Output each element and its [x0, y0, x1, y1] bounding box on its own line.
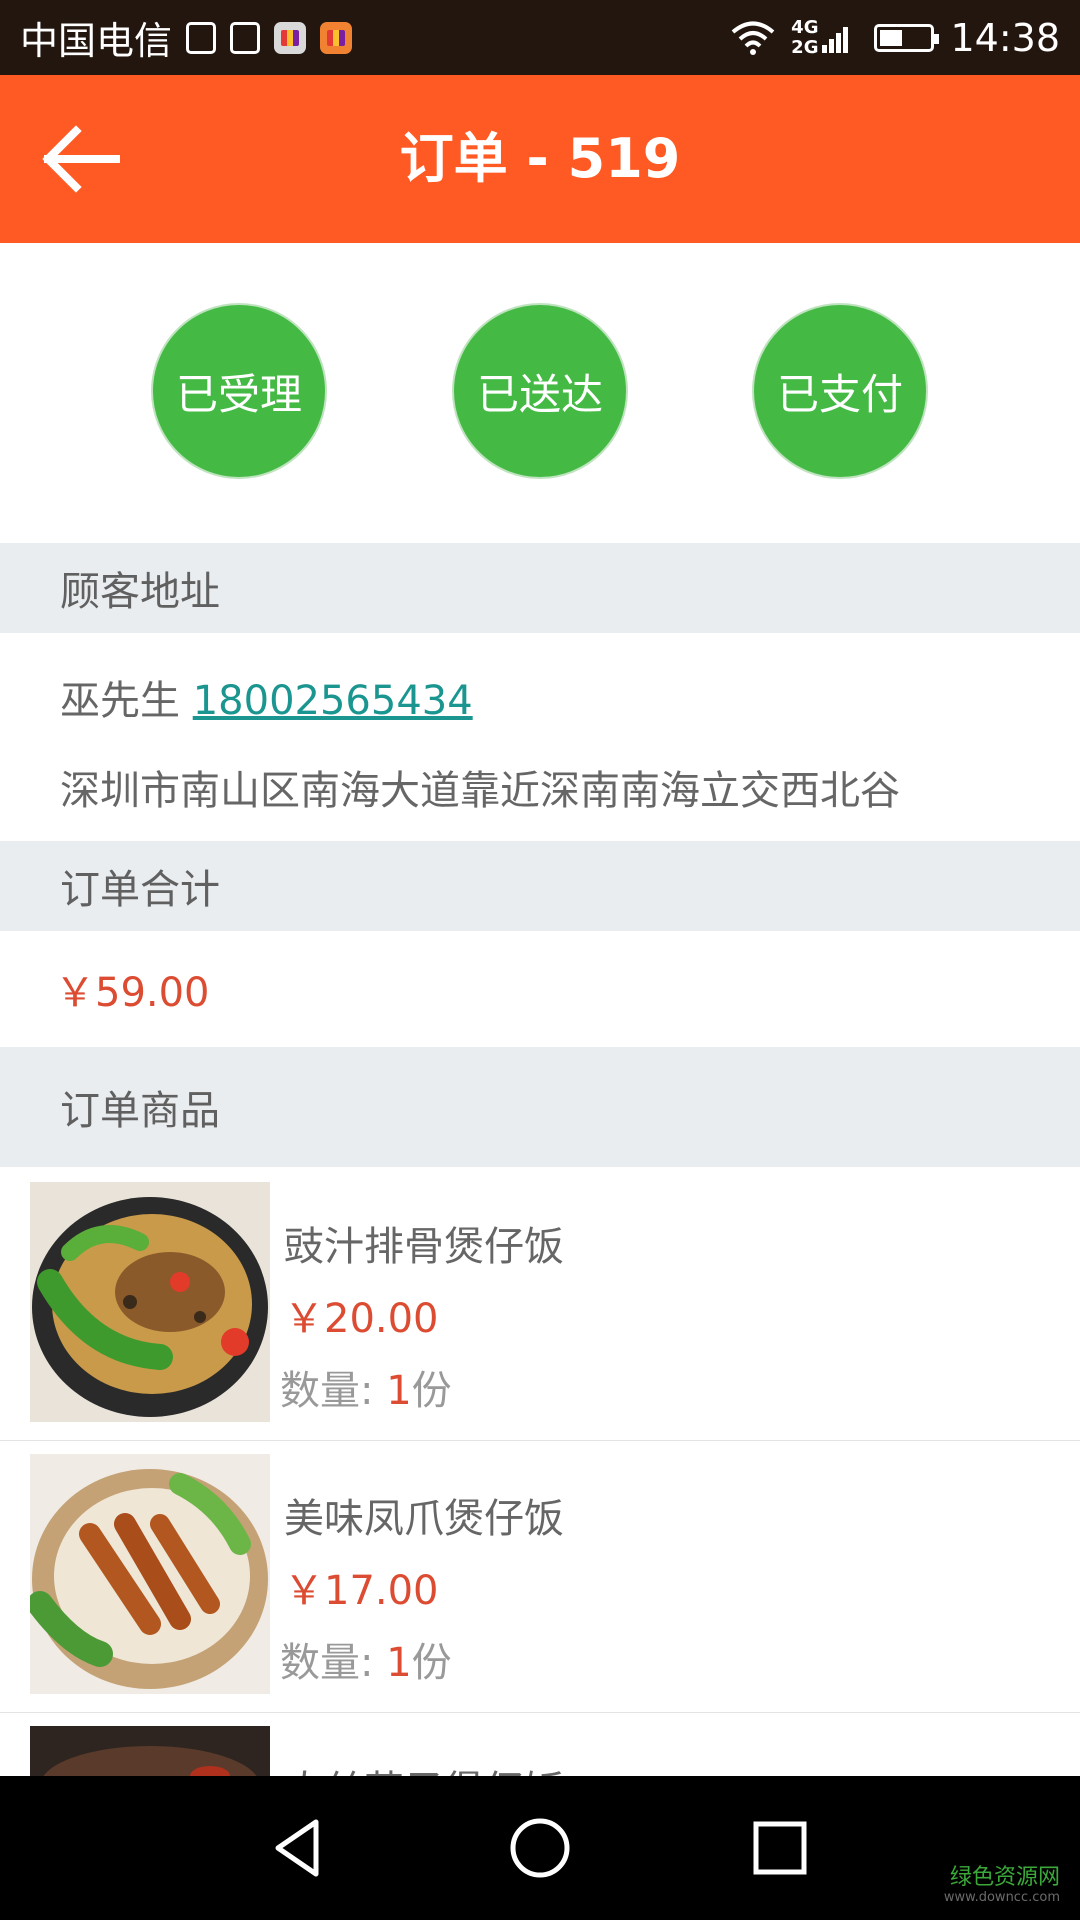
total-section-header: 订单合计 [0, 841, 1080, 931]
nav-recents-icon[interactable] [744, 1812, 816, 1884]
order-status-row: 已受理 已送达 已支付 [0, 303, 1080, 483]
product-name: 豉汁排骨煲仔饭 [284, 1224, 564, 1270]
items-section-header: 订单商品 [0, 1047, 1080, 1167]
battery-warning-icon [186, 21, 217, 54]
network-4g-label: 4G [791, 16, 819, 38]
customer-name: 巫先生 [60, 678, 180, 724]
clock: 14:38 [950, 15, 1060, 60]
watermark-title: 绿色资源网 [949, 1865, 1060, 1890]
battery-icon [874, 23, 940, 52]
nav-back-icon[interactable] [264, 1812, 336, 1884]
product-price: ￥20.00 [284, 1296, 439, 1342]
product-image [30, 1182, 270, 1422]
app-notification-icon-2 [320, 21, 353, 54]
page-title: 订单 - 519 [399, 127, 681, 190]
order-total: ￥59.00 [55, 970, 210, 1016]
product-item[interactable]: 肉丝茄子煲仔饭 [0, 1712, 1080, 1776]
nav-home-icon[interactable] [504, 1812, 576, 1884]
status-accepted-button[interactable]: 已受理 [151, 303, 327, 479]
quantity-value: 1 [386, 1640, 412, 1686]
wifi-icon [731, 21, 775, 55]
product-quantity: 数量: 1份 [280, 1358, 452, 1416]
back-arrow-icon[interactable] [40, 117, 124, 201]
customer-address: 深圳市南山区南海大道靠近深南南海立交西北谷 [60, 768, 900, 814]
address-section-header: 顾客地址 [0, 543, 1080, 633]
status-bar: 中国电信 4G 2G 14:38 [0, 0, 1080, 75]
carrier-label: 中国电信 [20, 19, 173, 63]
watermark: 绿色资源网 www.downcc.com [944, 1866, 1060, 1906]
navigation-bar: 绿色资源网 www.downcc.com [0, 1776, 1080, 1920]
app-bar: 订单 - 519 [0, 75, 1080, 243]
product-image [30, 1726, 270, 1776]
quantity-label: 数量: [280, 1640, 387, 1686]
status-delivered-button[interactable]: 已送达 [452, 303, 628, 479]
customer-phone-link[interactable]: 18002565434 [193, 678, 473, 724]
quantity-value: 1 [386, 1368, 412, 1414]
watermark-url: www.downcc.com [943, 1890, 1060, 1905]
product-quantity: 数量: 1份 [280, 1630, 452, 1688]
status-paid-button[interactable]: 已支付 [752, 303, 928, 479]
signal-icon [822, 23, 850, 53]
product-name: 美味凤爪煲仔饭 [284, 1496, 564, 1542]
quantity-label: 数量: [280, 1368, 387, 1414]
product-name: 肉丝茄子煲仔饭 [284, 1758, 564, 1776]
quantity-unit: 份 [411, 1640, 452, 1686]
product-item[interactable]: 美味凤爪煲仔饭 ￥17.00 数量: 1份 [0, 1440, 1080, 1713]
product-item[interactable]: 豉汁排骨煲仔饭 ￥20.00 数量: 1份 [0, 1168, 1080, 1441]
image-icon [230, 21, 261, 54]
app-notification-icon [274, 21, 307, 54]
network-type: 4G 2G [791, 16, 819, 58]
customer-contact: 巫先生 18002565434 [60, 668, 473, 726]
product-image [30, 1454, 270, 1694]
quantity-unit: 份 [411, 1368, 452, 1414]
product-price: ￥17.00 [284, 1568, 439, 1614]
network-2g-label: 2G [791, 36, 819, 58]
